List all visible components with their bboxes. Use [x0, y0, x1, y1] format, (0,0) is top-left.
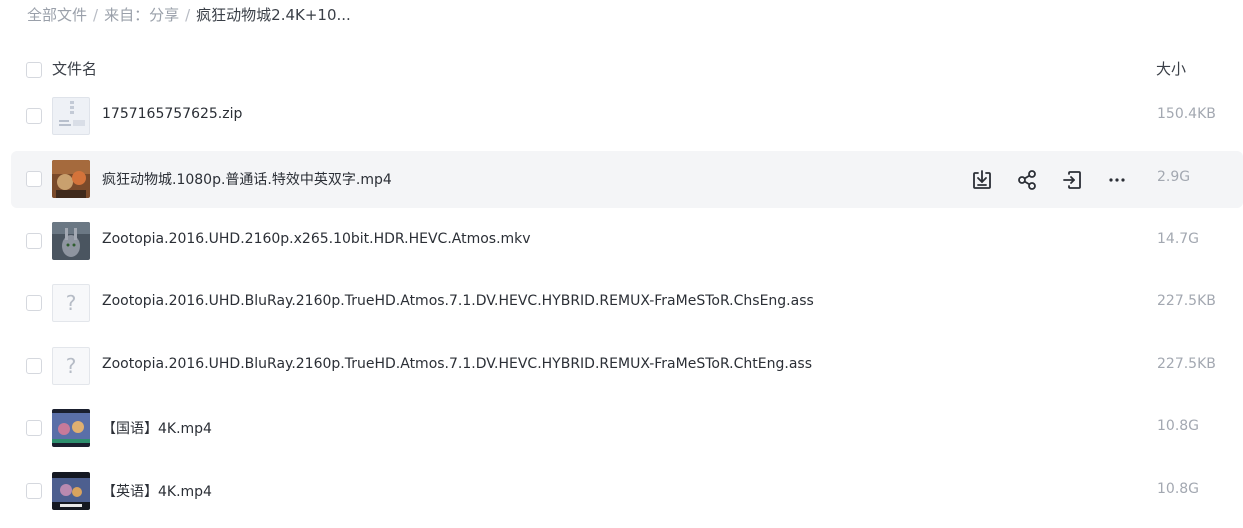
table-row[interactable]: 【英语】4K.mp4 10.8G [11, 463, 1243, 520]
share-button[interactable] [1014, 167, 1040, 193]
file-size: 14.7G [1157, 231, 1200, 247]
breadcrumb-from-share[interactable]: 来自：分享 [104, 6, 179, 24]
zip-file-icon [52, 97, 90, 135]
row-checkbox[interactable] [26, 108, 42, 124]
video-thumbnail [52, 160, 90, 198]
unknown-file-icon: ? [52, 284, 90, 322]
table-row[interactable]: ? Zootopia.2016.UHD.BluRay.2160p.TrueHD.… [11, 338, 1243, 395]
table-row[interactable]: ? Zootopia.2016.UHD.BluRay.2160p.TrueHD.… [11, 275, 1243, 332]
breadcrumb-separator: / [93, 6, 99, 24]
download-icon [973, 170, 991, 189]
row-checkbox[interactable] [26, 295, 42, 311]
select-all-checkbox[interactable] [26, 62, 42, 78]
table-row[interactable]: 【国语】4K.mp4 10.8G [11, 400, 1243, 457]
download-button[interactable] [969, 167, 995, 193]
file-name[interactable]: Zootopia.2016.UHD.2160p.x265.10bit.HDR.H… [102, 231, 531, 247]
more-button[interactable] [1104, 167, 1130, 193]
video-thumbnail [52, 472, 90, 510]
table-header: 文件名 大小 [0, 50, 1243, 88]
file-size: 10.8G [1157, 481, 1200, 497]
file-name[interactable]: 疯狂动物城.1080p.普通话.特效中英双字.mp4 [102, 169, 392, 189]
share-icon [1018, 170, 1036, 190]
table-row[interactable]: 1757165757625.zip 150.4KB [11, 88, 1243, 145]
file-name[interactable]: 【英语】4K.mp4 [102, 481, 212, 501]
breadcrumb-current-folder: 疯狂动物城2.4K+10... [196, 6, 351, 24]
table-row[interactable]: 疯狂动物城.1080p.普通话.特效中英双字.mp4 2.9G [11, 151, 1243, 208]
file-name[interactable]: Zootopia.2016.UHD.BluRay.2160p.TrueHD.At… [102, 356, 812, 372]
file-name[interactable]: 【国语】4K.mp4 [102, 418, 212, 438]
file-name[interactable]: Zootopia.2016.UHD.BluRay.2160p.TrueHD.At… [102, 293, 814, 309]
column-header-name[interactable]: 文件名 [52, 58, 97, 79]
breadcrumb: 全部文件 / 来自：分享 / 疯狂动物城2.4K+10... [27, 4, 351, 26]
video-thumbnail [52, 222, 90, 260]
column-header-size[interactable]: 大小 [1156, 58, 1186, 79]
file-name[interactable]: 1757165757625.zip [102, 106, 242, 122]
row-checkbox[interactable] [26, 420, 42, 436]
breadcrumb-separator: / [185, 6, 191, 24]
row-checkbox[interactable] [26, 358, 42, 374]
file-size: 150.4KB [1157, 106, 1216, 122]
more-icon [1109, 178, 1125, 182]
file-size: 227.5KB [1157, 293, 1216, 309]
row-checkbox[interactable] [26, 233, 42, 249]
unknown-file-icon: ? [52, 347, 90, 385]
row-checkbox[interactable] [26, 171, 42, 187]
file-size: 227.5KB [1157, 356, 1216, 372]
file-size: 10.8G [1157, 418, 1200, 434]
move-button[interactable] [1059, 167, 1085, 193]
table-row[interactable]: Zootopia.2016.UHD.2160p.x265.10bit.HDR.H… [11, 213, 1243, 270]
breadcrumb-all-files[interactable]: 全部文件 [27, 6, 87, 24]
row-checkbox[interactable] [26, 483, 42, 499]
unknown-glyph: ? [65, 354, 77, 378]
move-icon [1063, 171, 1081, 189]
video-thumbnail [52, 409, 90, 447]
file-size: 2.9G [1157, 169, 1191, 185]
unknown-glyph: ? [65, 291, 77, 315]
